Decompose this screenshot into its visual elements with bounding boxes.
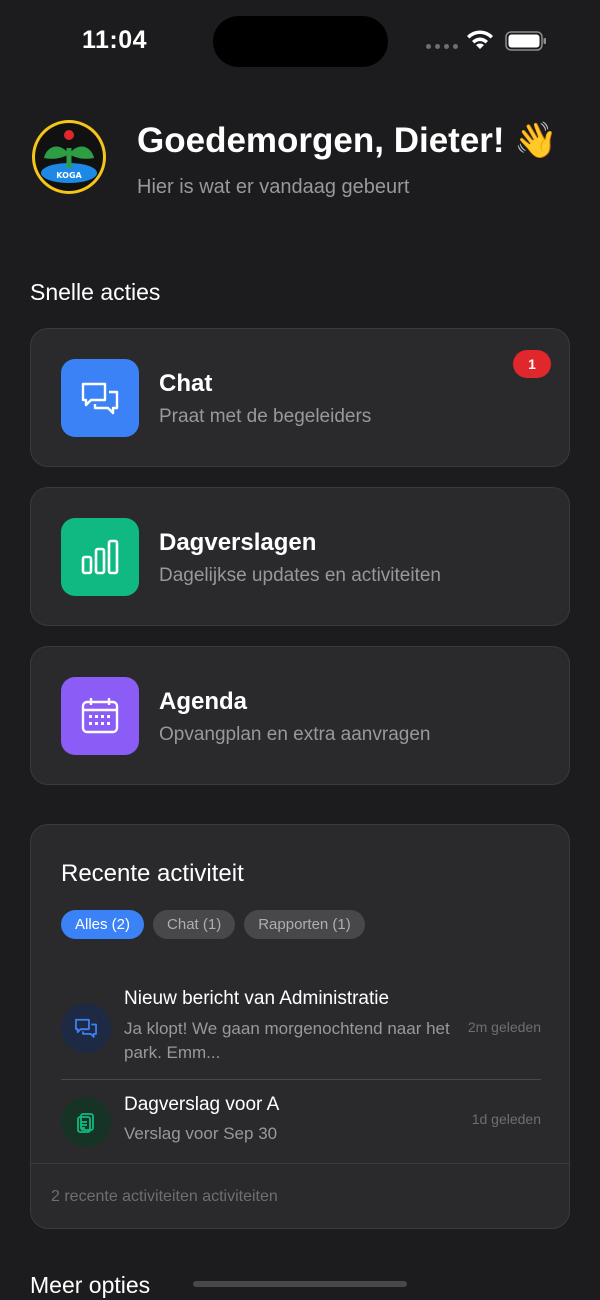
unread-badge: 1 [513, 350, 551, 378]
card-title: Dagverslagen [159, 529, 317, 556]
quick-actions-title: Snelle acties [30, 279, 161, 305]
status-bar: 11:04 [0, 0, 600, 82]
chat-bubbles-icon [61, 1003, 111, 1053]
greeting-subtitle: Hier is wat er vandaag gebeurt [137, 176, 410, 198]
calendar-icon [61, 677, 139, 755]
chat-bubbles-icon [61, 359, 139, 437]
activity-filters: Alles (2) Chat (1) Rapporten (1) [61, 910, 365, 939]
koga-logo-avatar: KOGA [30, 118, 108, 196]
wifi-icon [467, 30, 493, 49]
filter-reports-chip[interactable]: Rapporten (1) [244, 910, 365, 939]
activity-item-report[interactable]: Dagverslag voor A Verslag voor Sep 30 1d… [61, 1081, 541, 1161]
status-time: 11:04 [82, 26, 148, 54]
activity-text: Verslag voor Sep 30 [124, 1124, 278, 1143]
card-title: Chat [159, 370, 213, 397]
activity-text: Ja klopt! We gaan morgenochtend naar het… [124, 1019, 450, 1062]
dagverslagen-action-card[interactable]: Dagverslagen Dagelijkse updates en activ… [30, 487, 570, 626]
activity-time: 1d geleden [471, 1111, 541, 1127]
dynamic-island [213, 16, 388, 67]
home-indicator[interactable] [193, 1281, 407, 1287]
more-options-title: Meer opties [30, 1272, 151, 1298]
activity-item-message[interactable]: Nieuw bericht van Administratie Ja klopt… [61, 975, 541, 1075]
activity-divider [61, 1079, 541, 1080]
activity-time: 2m geleden [467, 1019, 541, 1035]
logo-text: KOGA [56, 171, 82, 180]
card-title: Agenda [159, 688, 248, 715]
footer-divider [31, 1163, 569, 1164]
agenda-action-card[interactable]: Agenda Opvangplan en extra aanvragen [30, 646, 570, 785]
greeting-title: Goedemorgen, Dieter! 👋 [137, 121, 558, 160]
activity-title: Dagverslag voor A [124, 1094, 280, 1115]
cellular-signal-icon [426, 44, 458, 49]
recent-activity-title: Recente activiteit [61, 860, 244, 887]
activity-count-text: 2 recente activiteiten activiteiten [51, 1188, 278, 1205]
card-description: Praat met de begeleiders [159, 406, 372, 427]
card-description: Dagelijkse updates en activiteiten [159, 565, 442, 586]
chat-action-card[interactable]: Chat Praat met de begeleiders 1 [30, 328, 570, 467]
filter-all-chip[interactable]: Alles (2) [61, 910, 145, 939]
battery-icon [505, 31, 546, 51]
activity-title: Nieuw bericht van Administratie [124, 988, 390, 1009]
clipboard-icon [61, 1097, 111, 1147]
filter-chat-chip[interactable]: Chat (1) [153, 910, 236, 939]
card-description: Opvangplan en extra aanvragen [159, 724, 431, 745]
recent-activity-card: Recente activiteit Alles (2) Chat (1) Ra… [30, 824, 570, 1229]
bar-chart-icon [61, 518, 139, 596]
